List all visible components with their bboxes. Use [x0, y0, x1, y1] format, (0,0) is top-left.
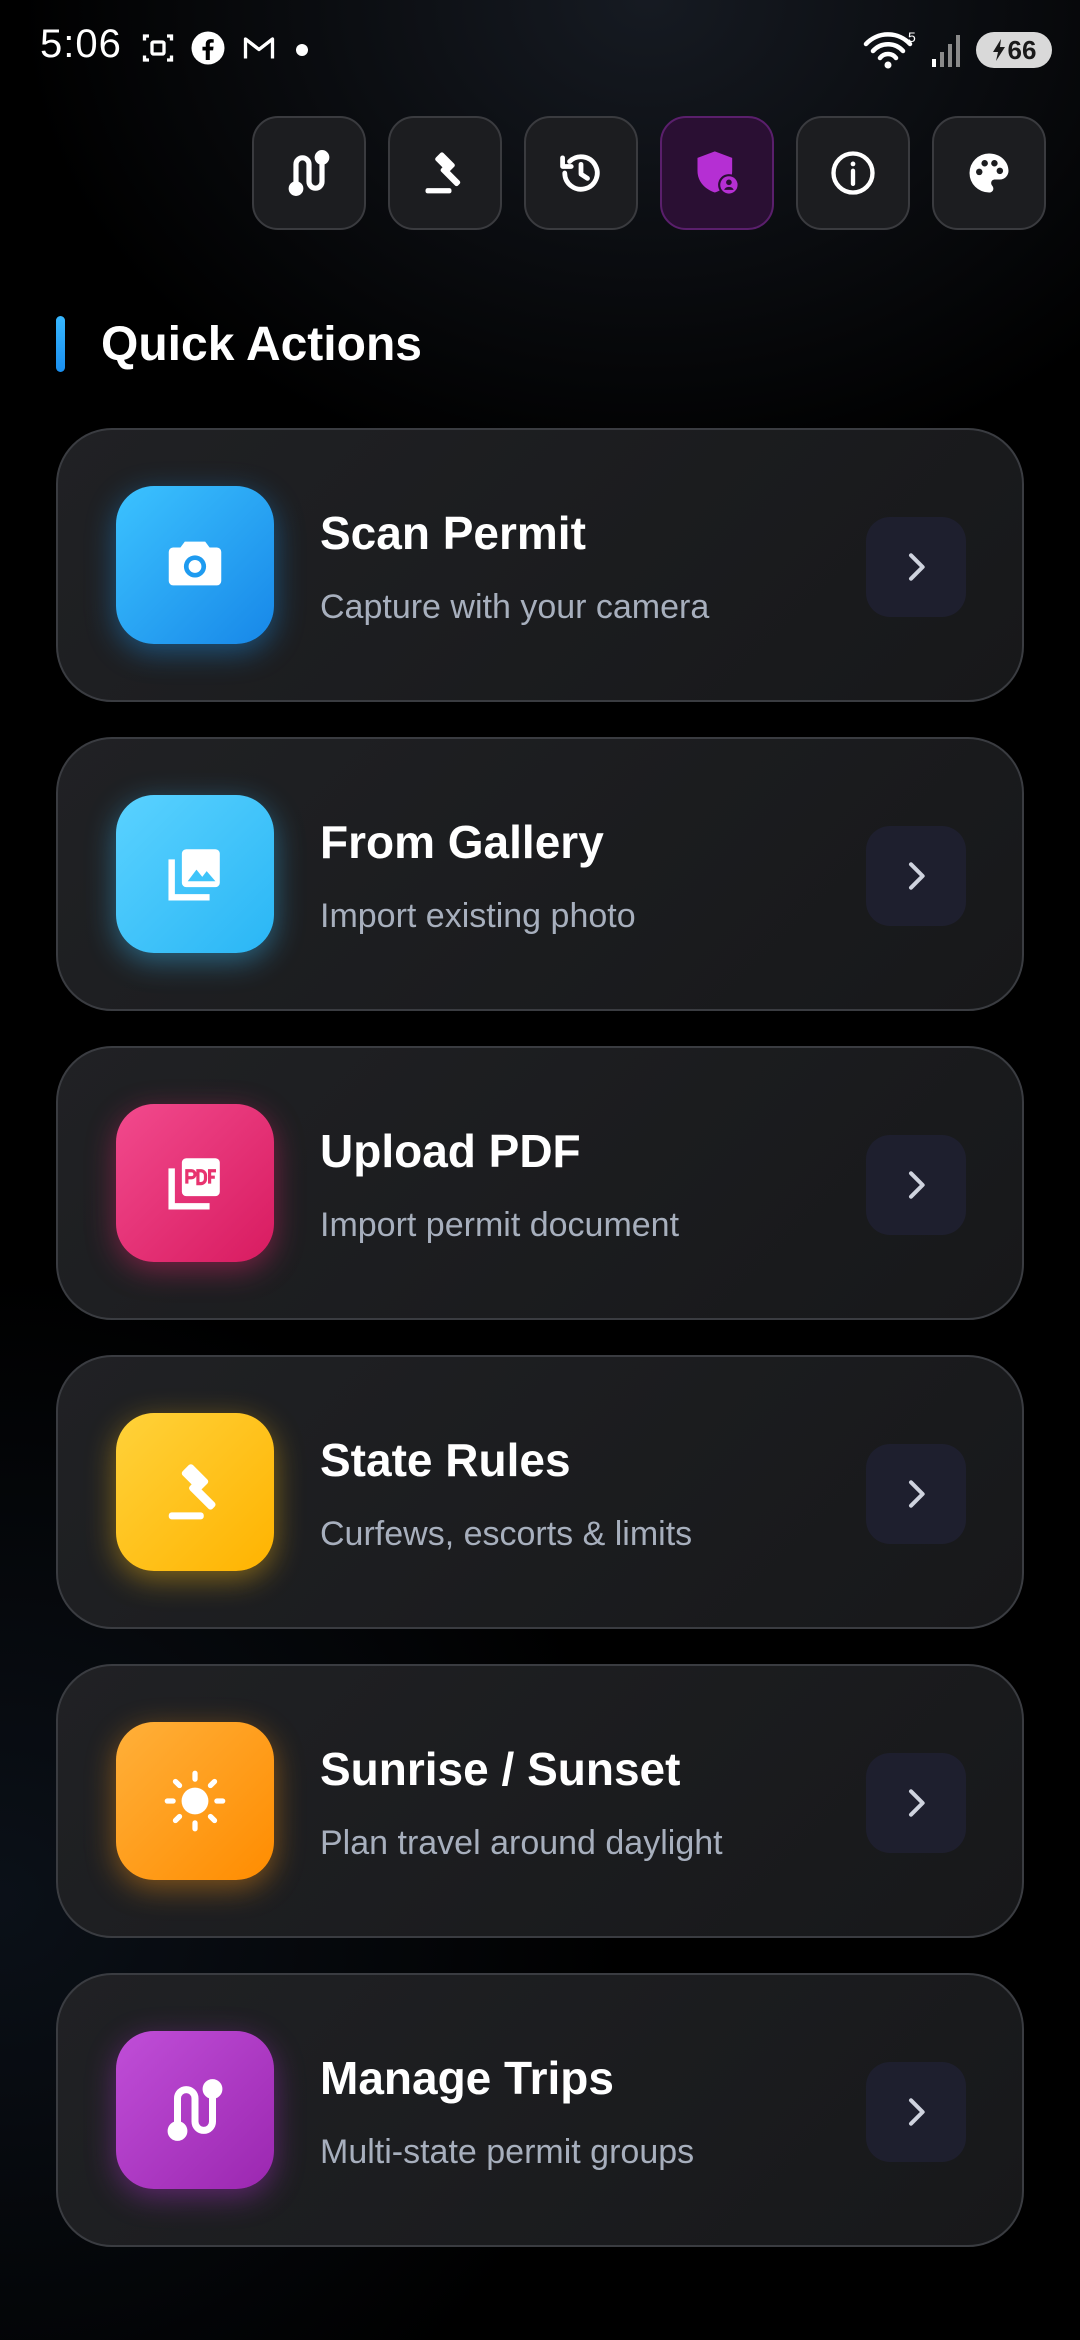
card-arrow[interactable]	[866, 2062, 966, 2162]
history-button[interactable]	[524, 116, 638, 230]
shield-user-icon	[697, 151, 740, 196]
sunrise-sunset-card[interactable]: Sunrise / Sunset Plan travel around dayl…	[56, 1664, 1024, 1938]
screenshot-icon	[142, 34, 174, 62]
top-toolbar	[252, 116, 1046, 230]
card-subtitle: Import existing photo	[320, 897, 636, 935]
gavel-icon	[425, 152, 461, 194]
privacy-button[interactable]	[660, 116, 774, 230]
status-right: 5 66	[862, 30, 1052, 70]
status-bar: 5:06 5 66	[0, 0, 1080, 100]
chevron-right-icon	[909, 1480, 925, 1508]
chevron-right-icon	[909, 2098, 925, 2126]
manage-trips-icon-tile	[116, 2031, 274, 2189]
gmail-icon	[243, 37, 275, 59]
state-rules-icon-tile	[116, 1413, 274, 1571]
card-subtitle: Multi-state permit groups	[320, 2133, 695, 2171]
wifi-icon: 5	[863, 30, 916, 69]
section-heading: Quick Actions	[56, 316, 422, 372]
card-subtitle: Plan travel around daylight	[320, 1824, 723, 1862]
battery-indicator: 66	[976, 32, 1052, 68]
card-arrow[interactable]	[866, 1444, 966, 1544]
card-title: State Rules	[320, 1434, 571, 1486]
state-rules-button[interactable]	[388, 116, 502, 230]
upload-pdf-card[interactable]: Upload PDF Import permit document	[56, 1046, 1024, 1320]
card-subtitle: Capture with your camera	[320, 588, 710, 626]
route-icon	[288, 150, 330, 196]
from-gallery-card[interactable]: From Gallery Import existing photo	[56, 737, 1024, 1011]
history-icon	[560, 154, 600, 192]
chevron-right-icon	[909, 1171, 925, 1199]
quick-actions-list: Scan Permit Capture with your camera Fro…	[56, 428, 1024, 2282]
chevron-right-icon	[909, 1789, 925, 1817]
card-title: From Gallery	[320, 816, 604, 868]
card-title: Scan Permit	[320, 507, 586, 559]
info-icon	[831, 151, 875, 195]
card-arrow[interactable]	[866, 1753, 966, 1853]
battery-level: 66	[1007, 34, 1037, 65]
info-button[interactable]	[796, 116, 910, 230]
gallery-icon	[168, 849, 220, 901]
card-title: Sunrise / Sunset	[320, 1743, 681, 1795]
card-title: Upload PDF	[320, 1125, 581, 1177]
sun-icon	[164, 1770, 226, 1832]
facebook-icon	[191, 31, 225, 65]
dot-icon	[296, 44, 308, 56]
from-gallery-icon-tile	[116, 795, 274, 953]
wifi-label: 5	[908, 30, 916, 45]
scan-permit-icon-tile	[116, 486, 274, 644]
card-arrow[interactable]	[866, 1135, 966, 1235]
route-icon	[167, 2079, 223, 2141]
trips-button[interactable]	[252, 116, 366, 230]
palette-icon	[969, 153, 1009, 193]
card-title: Manage Trips	[320, 2052, 614, 2104]
upload-pdf-icon-tile	[116, 1104, 274, 1262]
notification-icons	[140, 30, 312, 66]
chevron-right-icon	[909, 553, 925, 581]
sunrise-sunset-icon-tile	[116, 1722, 274, 1880]
manage-trips-card[interactable]: Manage Trips Multi-state permit groups	[56, 1973, 1024, 2247]
camera-icon	[168, 541, 222, 586]
card-arrow[interactable]	[866, 826, 966, 926]
pdf-icon	[168, 1158, 220, 1210]
chevron-right-icon	[909, 862, 925, 890]
status-time: 5:06	[40, 22, 122, 66]
card-subtitle: Curfews, escorts & limits	[320, 1515, 693, 1553]
charging-icon	[992, 39, 1005, 61]
theme-button[interactable]	[932, 116, 1046, 230]
section-accent-bar	[56, 316, 65, 372]
card-subtitle: Import permit document	[320, 1206, 680, 1244]
section-title: Quick Actions	[101, 317, 422, 371]
card-arrow[interactable]	[866, 517, 966, 617]
signal-icon	[932, 35, 960, 67]
gavel-icon	[168, 1464, 216, 1520]
state-rules-card[interactable]: State Rules Curfews, escorts & limits	[56, 1355, 1024, 1629]
scan-permit-card[interactable]: Scan Permit Capture with your camera	[56, 428, 1024, 702]
